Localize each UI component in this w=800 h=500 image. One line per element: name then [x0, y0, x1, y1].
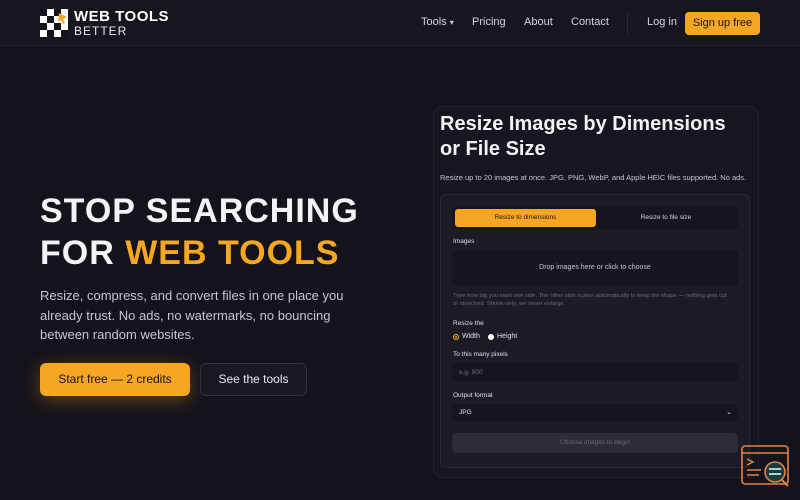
nav-contact-link[interactable]: Contact — [571, 16, 609, 28]
output-format-value: JPG — [459, 409, 472, 416]
terminal-magnifier-icon[interactable] — [741, 445, 791, 487]
radio-width[interactable]: Width — [453, 333, 480, 340]
radio-height[interactable]: Height — [488, 333, 517, 340]
pixels-input[interactable] — [452, 363, 738, 381]
see-tools-button[interactable]: See the tools — [200, 363, 307, 396]
nav-about-link[interactable]: About — [524, 16, 553, 28]
signup-button[interactable]: Sign up free — [685, 12, 760, 35]
output-format-label: Output format — [453, 392, 493, 399]
login-link[interactable]: Log in — [647, 16, 677, 28]
radio-height-label: Height — [497, 333, 518, 340]
resize-help-text: Type how big you want one side. The othe… — [453, 293, 727, 307]
chevron-down-icon: ⌄ — [726, 409, 732, 416]
chevron-down-icon: ▾ — [449, 18, 454, 27]
output-format-select[interactable]: JPG ⌄ — [452, 404, 738, 421]
top-nav: WEB TOOLS BETTER Tools ▾ Pricing About C… — [0, 0, 800, 46]
nav-pricing-link[interactable]: Pricing — [472, 16, 506, 28]
radio-selected-icon — [453, 333, 459, 340]
hero-subtitle: Resize, compress, and convert files in o… — [40, 288, 344, 342]
hero-title-line1: STOP SEARCHING — [40, 192, 359, 230]
brand-name: WEB TOOLS — [74, 8, 170, 25]
tool-description: Resize up to 20 images at once. JPG, PNG… — [440, 173, 747, 182]
resize-side-label: Resize the — [453, 320, 484, 327]
hero-title: STOP SEARCHING FOR WEB TOOLS — [40, 190, 359, 274]
nav-tools-label: Tools — [421, 16, 447, 28]
brand-logo[interactable]: WEB TOOLS BETTER — [40, 9, 169, 37]
tool-title: Resize Images by Dimensions or File Size — [440, 113, 726, 160]
hero-title-prefix: FOR — [40, 234, 126, 272]
nav-divider — [627, 12, 628, 34]
nav-tools-dropdown[interactable]: Tools ▾ — [421, 16, 454, 28]
pixels-label: To this many pixels — [453, 351, 508, 358]
tab-resize-file-size[interactable]: Resize to file size — [598, 209, 734, 227]
radio-width-label: Width — [462, 333, 480, 340]
logo-icon — [40, 9, 68, 37]
images-label: Images — [453, 238, 475, 245]
image-dropzone[interactable]: Drop images here or click to choose — [452, 250, 738, 286]
hero-title-accent: WEB TOOLS — [125, 234, 340, 272]
brand-tagline: BETTER — [74, 24, 128, 38]
choose-images-button[interactable]: Choose images to begin — [452, 433, 738, 453]
tab-resize-dimensions[interactable]: Resize to dimensions — [455, 209, 596, 227]
start-free-button[interactable]: Start free — 2 credits — [40, 363, 190, 396]
resize-form — [440, 194, 750, 468]
radio-unselected-icon — [488, 333, 494, 340]
